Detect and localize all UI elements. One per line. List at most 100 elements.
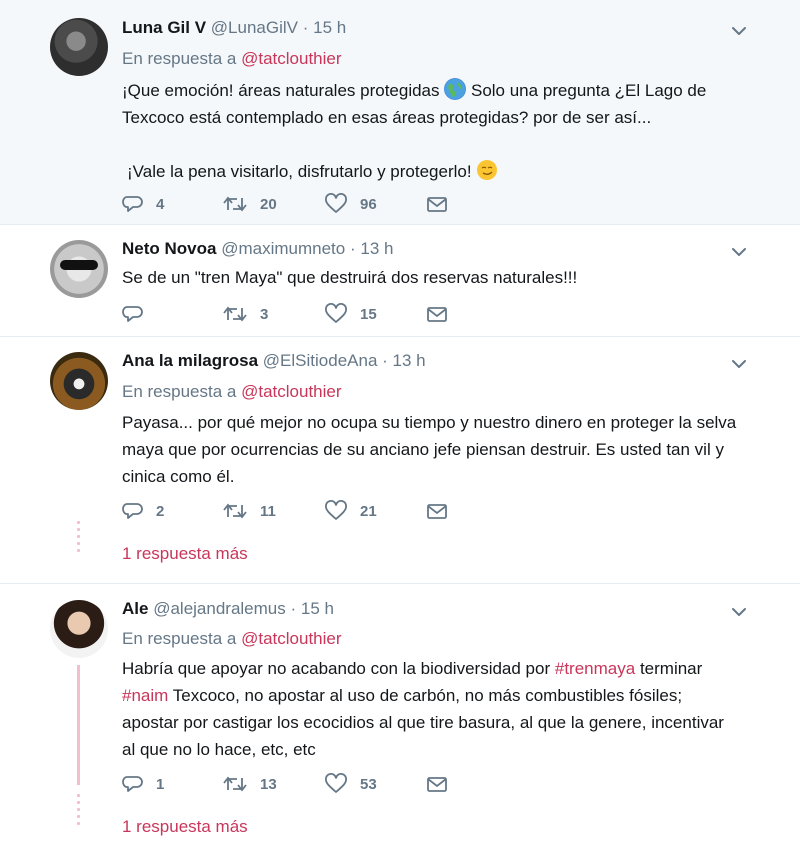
- tweet-text-line: apostar por castigar los ecocidios al qu…: [122, 713, 724, 732]
- chevron-down-icon[interactable]: [730, 243, 748, 261]
- tweet-text-part: ¡Vale la pena visitarlo, disfrutarlo y p…: [127, 162, 472, 181]
- tweet-text-line: Payasa... por qué mejor no ocupa su tiem…: [122, 413, 737, 432]
- reply-icon: [122, 306, 143, 322]
- author-name[interactable]: Luna Gil V: [122, 18, 206, 37]
- retweet-button[interactable]: 11: [222, 499, 276, 523]
- like-button[interactable]: 96: [324, 192, 377, 216]
- timestamp[interactable]: 13 h: [360, 239, 393, 258]
- direct-message-button[interactable]: [426, 772, 448, 796]
- author-handle[interactable]: @maximumneto: [221, 239, 345, 258]
- reply-icon: [122, 503, 143, 519]
- author-name[interactable]: Ale: [122, 599, 148, 618]
- retweet-count: 3: [260, 305, 269, 323]
- reply-prefix: En respuesta a: [122, 382, 237, 401]
- tweet-text-part: Habría que apoyar no acabando con la bio…: [122, 659, 551, 678]
- reply-count: 4: [156, 195, 165, 213]
- show-more-replies-link[interactable]: 1 respuesta más: [122, 544, 248, 564]
- retweet-button[interactable]: 3: [222, 302, 268, 326]
- separator-dot: ·: [382, 351, 388, 370]
- tweet-text: Payasa... por qué mejor no ocupa su tiem…: [122, 409, 762, 490]
- reply-button[interactable]: 2: [122, 499, 164, 523]
- avatar[interactable]: [50, 600, 108, 658]
- chevron-down-icon[interactable]: [730, 22, 748, 40]
- avatar[interactable]: [50, 240, 108, 298]
- tweet-actions: 2 11 21: [122, 499, 462, 523]
- hashtag-link[interactable]: #naim: [122, 686, 168, 705]
- retweet-count: 11: [260, 502, 276, 520]
- like-button[interactable]: 15: [324, 302, 377, 326]
- separator-dot: ·: [302, 18, 309, 37]
- like-count: 96: [360, 195, 377, 213]
- reply-context: En respuesta a @tatclouthier: [122, 629, 342, 649]
- separator-dot: ·: [349, 239, 356, 258]
- reply-button[interactable]: 1: [122, 772, 164, 796]
- avatar[interactable]: [50, 18, 108, 76]
- show-more-replies-link[interactable]: 1 respuesta más: [122, 817, 248, 837]
- author-name[interactable]: Ana la milagrosa: [122, 351, 258, 370]
- tweet-text: ¡Que emoción! áreas naturales protegidas…: [122, 77, 762, 185]
- author-handle[interactable]: @LunaGilV: [211, 18, 298, 37]
- author-handle[interactable]: @alejandralemus: [153, 599, 286, 618]
- tweet-luna-gil[interactable]: Luna Gil V @LunaGilV · 15 h En respuesta…: [0, 0, 800, 225]
- tweet-text-part: Texcoco, no apostar al uso de carbón, no…: [172, 686, 683, 705]
- tweet-actions: 3 15: [122, 302, 462, 326]
- tweet-text-line: al que no lo hace, etc, etc: [122, 740, 316, 759]
- reply-button[interactable]: 4: [122, 192, 164, 216]
- tweet-text: Se de un "tren Maya" que destruirá dos r…: [122, 268, 578, 287]
- tweet-text: Habría que apoyar no acabando con la bio…: [122, 655, 762, 763]
- tweet-neto-novoa[interactable]: Neto Novoa @maximumneto · 13 h Se de un …: [0, 225, 800, 337]
- reply-icon: [122, 776, 143, 792]
- direct-message-button[interactable]: [426, 192, 448, 216]
- reply-prefix: En respuesta a: [122, 629, 237, 648]
- reply-prefix: En respuesta a: [122, 49, 237, 68]
- hashtag-link[interactable]: #trenmaya: [555, 659, 635, 678]
- separator-dot: ·: [290, 599, 297, 618]
- tweet-text-part: ¡Que emoción! áreas naturales protegidas: [122, 81, 440, 100]
- avatar[interactable]: [50, 352, 108, 410]
- replies-timeline: Luna Gil V @LunaGilV · 15 h En respuesta…: [0, 0, 800, 842]
- retweet-icon: [223, 196, 247, 212]
- reply-button[interactable]: [122, 302, 156, 326]
- reply-icon: [122, 196, 143, 212]
- retweet-button[interactable]: 20: [222, 192, 277, 216]
- timestamp[interactable]: 13 h: [393, 351, 426, 370]
- tweet-text-line: maya que por ocurrencias de su anciano j…: [122, 440, 724, 459]
- like-count: 21: [360, 502, 377, 520]
- chevron-down-icon[interactable]: [730, 603, 748, 621]
- direct-message-envelope-icon: [427, 777, 447, 792]
- reply-count: 2: [156, 502, 165, 520]
- reply-mention-link[interactable]: @tatclouthier: [241, 49, 341, 68]
- thread-continuation-dots: [77, 521, 80, 556]
- reply-mention-link[interactable]: @tatclouthier: [241, 382, 341, 401]
- direct-message-envelope-icon: [427, 197, 447, 212]
- timestamp[interactable]: 15 h: [313, 18, 346, 37]
- earth-globe-americas-icon: [444, 78, 467, 100]
- tweet-ana-la-milagrosa[interactable]: Ana la milagrosa @ElSitiodeAna · 13 h En…: [0, 337, 800, 584]
- author-name[interactable]: Neto Novoa: [122, 239, 216, 258]
- reply-mention-link[interactable]: @tatclouthier: [241, 629, 341, 648]
- retweet-icon: [223, 306, 247, 322]
- reply-count: 1: [156, 775, 165, 793]
- retweet-count: 13: [260, 775, 277, 793]
- direct-message-button[interactable]: [426, 302, 448, 326]
- tweet-ale[interactable]: Ale @alejandralemus · 15 h En respuesta …: [0, 584, 800, 842]
- like-count: 53: [360, 775, 377, 793]
- author-handle[interactable]: @ElSitiodeAna: [263, 351, 378, 370]
- reply-context: En respuesta a @tatclouthier: [122, 382, 342, 402]
- tweet-actions: 4 20 96: [122, 192, 462, 216]
- retweet-count: 20: [260, 195, 277, 213]
- like-button[interactable]: 21: [324, 499, 377, 523]
- smirking-face-icon: [476, 159, 498, 181]
- like-heart-icon: [325, 773, 347, 793]
- retweet-icon: [223, 503, 247, 519]
- retweet-button[interactable]: 13: [222, 772, 277, 796]
- chevron-down-icon[interactable]: [730, 355, 748, 373]
- tweet-text-part: terminar: [639, 659, 703, 678]
- reply-context: En respuesta a @tatclouthier: [122, 49, 342, 69]
- timestamp[interactable]: 15 h: [301, 599, 334, 618]
- retweet-icon: [223, 776, 247, 792]
- direct-message-button[interactable]: [426, 499, 448, 523]
- like-button[interactable]: 53: [324, 772, 377, 796]
- direct-message-envelope-icon: [427, 307, 447, 322]
- thread-continuation-dots: [77, 794, 80, 829]
